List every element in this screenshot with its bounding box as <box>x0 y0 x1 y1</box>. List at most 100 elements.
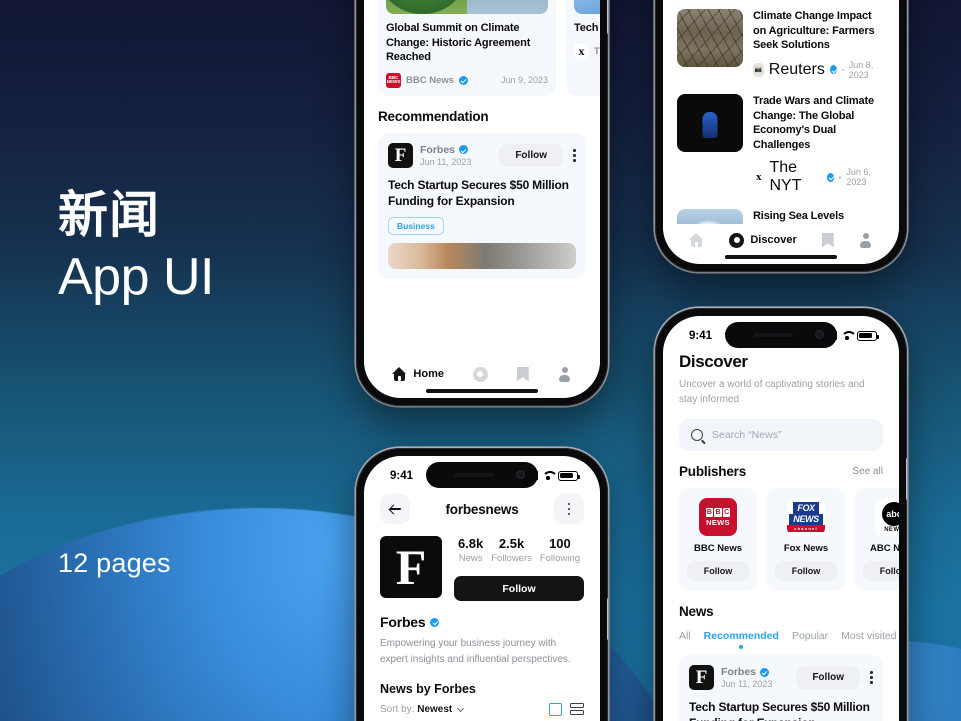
tab-most-visited[interactable]: Most visited <box>841 630 896 642</box>
news-list-item[interactable]: Trade Wars and Climate Change: The Globa… <box>677 87 885 203</box>
page-title: Discover <box>679 352 748 371</box>
stat-news-label: News <box>458 553 483 564</box>
reuters-logo: 📷 <box>753 62 764 77</box>
news-item-date: Jun 6, 2023 <box>846 167 871 188</box>
publishers-carousel[interactable]: B B C NEWS BBC News Follow FOX NEWS channel F… <box>679 488 899 590</box>
follow-button[interactable]: Follow <box>687 561 749 581</box>
phone-notch <box>725 322 837 348</box>
page-subtitle: Uncover a world of captivating stories a… <box>679 379 865 405</box>
home-screen: Discover a world of news that matters to… <box>364 0 600 398</box>
follow-button[interactable]: Follow <box>796 666 860 689</box>
news-thumbnail <box>677 9 743 67</box>
trending-card-publisher: BBC News <box>406 74 455 86</box>
home-indicator <box>426 389 538 393</box>
front-camera <box>815 330 824 339</box>
separator-dot <box>841 68 844 72</box>
hero-title-english: App UI <box>58 248 214 306</box>
news-card-date: Jun 11, 2023 <box>721 679 773 689</box>
home-indicator <box>725 255 837 259</box>
bbc-news-logo: BBCNEWS <box>386 72 401 88</box>
phone-mockup-discover: 9:41 Discover Uncover a world of captiva… <box>655 308 907 721</box>
sort-control[interactable]: Sort by: Newest <box>380 704 465 715</box>
bookmark-icon <box>516 366 529 382</box>
trending-card-date: Jun 9, 2023 <box>500 75 548 86</box>
tab-home[interactable] <box>689 233 704 247</box>
fox-news-logo: FOX NEWS channel <box>787 498 825 536</box>
search-input[interactable]: Search “News” <box>679 419 883 451</box>
nyt-logo: x <box>574 43 589 59</box>
more-options-icon[interactable] <box>573 149 576 162</box>
profile-display-name-row: Forbes <box>380 614 584 630</box>
tab-discover[interactable]: Discover <box>729 232 797 248</box>
news-card-publisher: Forbes <box>721 666 757 678</box>
home-icon <box>689 233 704 247</box>
tab-popular[interactable]: Popular <box>792 630 828 642</box>
discover-icon <box>472 366 488 382</box>
wifi-icon <box>841 331 853 340</box>
profile-icon <box>558 366 572 382</box>
follow-button[interactable]: Follow <box>454 576 584 601</box>
stat-followers-label: Followers <box>491 553 532 564</box>
trending-card-image: Environment <box>386 0 548 14</box>
publisher-card[interactable]: B B C NEWS BBC News Follow <box>679 488 757 590</box>
tab-recommended[interactable]: Recommended <box>704 630 779 642</box>
status-time: 9:41 <box>390 469 414 482</box>
verified-badge-icon <box>459 75 469 85</box>
back-arrow-icon <box>389 503 401 515</box>
list-view-icon[interactable] <box>570 703 584 716</box>
follow-button[interactable]: Follow <box>499 143 563 167</box>
recommendation-image <box>388 243 576 270</box>
trending-card[interactable]: Technology Tech Giant Unveils AI-powered… <box>566 0 600 96</box>
verified-badge-icon <box>430 617 440 627</box>
publisher-name: Fox News <box>783 543 829 554</box>
grid-view-icon[interactable] <box>549 703 562 716</box>
more-options-icon <box>567 502 571 516</box>
category-chip: Business <box>388 217 444 236</box>
news-card[interactable]: F Forbes Jun 11, 2023 Follow Tech Startu… <box>679 655 883 721</box>
publisher-card[interactable]: FOX NEWS channel Fox News Follow <box>767 488 845 590</box>
recommendation-date: Jun 11, 2023 <box>420 156 472 167</box>
news-list-item[interactable]: Climate Change Impact on Agriculture: Fa… <box>677 2 885 87</box>
tab-discover[interactable] <box>472 366 488 382</box>
publishers-see-all[interactable]: See all <box>852 466 883 477</box>
profile-navbar: forbesnews <box>380 494 584 524</box>
avatar: F <box>380 536 442 598</box>
status-time: 9:41 <box>689 329 713 342</box>
tab-bookmarks[interactable] <box>821 232 834 248</box>
tab-home[interactable]: Home <box>392 367 444 381</box>
home-icon <box>392 367 407 381</box>
back-button[interactable] <box>380 494 410 524</box>
more-options-icon[interactable] <box>870 671 873 684</box>
stat-following-label: Following <box>539 553 580 564</box>
profile-username: forbesnews <box>445 501 519 517</box>
tab-profile[interactable] <box>859 232 873 248</box>
recommendation-card[interactable]: F Forbes Jun 11, 2023 Follow Tech Startu… <box>378 132 586 280</box>
trending-card[interactable]: Environment Global Summit on Climate Cha… <box>378 0 556 96</box>
tab-bookmarks[interactable] <box>516 366 529 382</box>
search-placeholder: Search “News” <box>712 429 782 441</box>
nyt-logo: x <box>753 170 765 185</box>
discover-icon <box>729 232 745 248</box>
publisher-name: BBC News <box>693 543 743 554</box>
profile-display-name: Forbes <box>380 614 426 630</box>
bbc-news-logo: BBCNEWS <box>699 498 737 536</box>
follow-button[interactable]: Follow <box>863 561 899 581</box>
follow-button[interactable]: Follow <box>775 561 837 581</box>
search-icon <box>691 429 703 441</box>
news-filter-tabs[interactable]: All Recommended Popular Most visited Tre… <box>679 630 897 642</box>
tab-all[interactable]: All <box>679 630 691 642</box>
trending-carousel[interactable]: Environment Global Summit on Climate Cha… <box>378 0 600 96</box>
publishers-heading: Publishers <box>679 464 747 479</box>
phone-mockup-profile: 9:41 forbesnews F 6.8k News 2.5k Followe… <box>356 448 608 721</box>
stat-following-value: 100 <box>549 536 571 551</box>
forbes-logo: F <box>388 142 413 168</box>
tab-profile[interactable] <box>558 366 572 382</box>
view-toggle-group[interactable] <box>549 703 584 716</box>
verified-badge-icon <box>829 65 837 75</box>
discover-screen: 9:41 Discover Uncover a world of captiva… <box>663 316 899 721</box>
more-options-button[interactable] <box>554 494 584 524</box>
news-item-publisher: The NYT <box>769 159 802 195</box>
stat-news-value: 6.8k <box>457 536 484 551</box>
publisher-card[interactable]: abcNEWS ABC News Follow <box>855 488 899 590</box>
wifi-icon <box>542 471 554 480</box>
